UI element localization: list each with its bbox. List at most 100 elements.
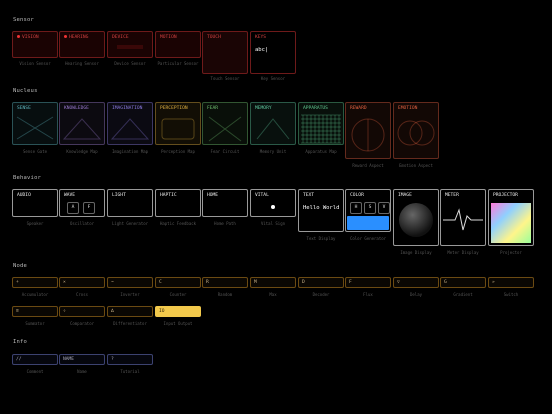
info-pill[interactable]: // (12, 354, 58, 365)
nucleus-card-imagination[interactable]: IMAGINATION (107, 102, 153, 145)
sensor-card-device[interactable]: DEVICE (107, 31, 153, 58)
behavior-title: AUDIO (17, 193, 31, 198)
sensor-card-vision[interactable]: VISION (12, 31, 58, 58)
card-caption: Fear Circuit (210, 149, 240, 154)
card-caption: Projector (500, 250, 522, 255)
node-pill[interactable]: D (298, 277, 344, 288)
card-caption: Delay (409, 292, 423, 297)
card-caption: Reward Aspect (352, 163, 384, 168)
behavior-card-vital[interactable]: VITAL (250, 189, 296, 217)
node-pill[interactable]: C (155, 277, 201, 288)
behavior-button-a[interactable]: A (67, 202, 79, 214)
nucleus-card-knowledge[interactable]: KNOWLEDGE (59, 102, 105, 145)
color-swatch[interactable] (347, 216, 389, 230)
nucleus-card-reward[interactable]: REWARD (345, 102, 391, 159)
nucleus-card-fear[interactable]: FEAR (202, 102, 248, 145)
section-nucleus: Nucleus (13, 88, 38, 94)
sensor-title: HEARING (64, 35, 88, 40)
nucleus-title: IMAGINATION (112, 106, 143, 111)
sensor-card-keys[interactable]: KEYS abc| (250, 31, 296, 74)
card-caption: Home Path (214, 221, 236, 226)
card-caption: Speaker (26, 221, 44, 226)
card-caption: Color Generator (349, 236, 387, 241)
section-behavior: Behavior (13, 175, 42, 181)
sensor-title: DEVICE (112, 35, 129, 40)
node-pill[interactable]: F (345, 277, 391, 288)
behavior-button-f[interactable]: F (83, 202, 95, 214)
nucleus-card-sense[interactable]: SENSE (12, 102, 58, 145)
card-caption: Decoder (312, 292, 330, 297)
sensor-card-hearing[interactable]: HEARING (59, 31, 105, 58)
card-caption: Random (217, 292, 233, 297)
sensor-card-motion[interactable]: MOTION (155, 31, 201, 58)
nucleus-title: SENSE (17, 106, 31, 111)
sensor-card-touch[interactable]: TOUCH (202, 31, 248, 74)
behavior-button-s[interactable]: S (364, 202, 376, 214)
card-caption: Meter Display (447, 250, 479, 255)
nucleus-card-memory[interactable]: MEMORY (250, 102, 296, 145)
nucleus-title: PERCEPTION (160, 106, 188, 111)
record-dot-icon (64, 35, 67, 38)
section-info: Info (13, 339, 28, 345)
nucleus-title: FEAR (207, 106, 219, 111)
behavior-card-image[interactable]: IMAGE (393, 189, 439, 246)
nucleus-title: KNOWLEDGE (64, 106, 89, 111)
card-caption: Image Display (400, 250, 432, 255)
node-pill[interactable]: G (440, 277, 486, 288)
behavior-title: COLOR (350, 193, 364, 198)
text-display-value[interactable]: Hello World (303, 205, 339, 211)
info-pill[interactable]: NAME (59, 354, 105, 365)
node-pill[interactable]: M (250, 277, 296, 288)
nucleus-card-emotion[interactable]: EMOTION (393, 102, 439, 159)
card-caption: Comment (26, 369, 44, 374)
sensor-title-text: VISION (22, 35, 39, 40)
section-sensor: Sensor (13, 17, 35, 23)
keys-input-value[interactable]: abc| (255, 47, 268, 53)
node-pill[interactable]: R (202, 277, 248, 288)
card-caption: Memory Unit (259, 149, 287, 154)
card-caption: Name (77, 369, 87, 374)
sensor-title-text: MOTION (160, 35, 177, 40)
behavior-card-meter[interactable]: METER (440, 189, 486, 246)
node-pill[interactable]: » (488, 277, 534, 288)
device-bar (117, 45, 143, 49)
card-caption: Comparator (69, 321, 95, 326)
node-pill[interactable]: × (59, 277, 105, 288)
sensor-title: VISION (17, 35, 39, 40)
behavior-card-color[interactable]: COLOR H S V (345, 189, 391, 232)
vital-dot-icon (271, 205, 275, 209)
sensor-title: TOUCH (207, 35, 221, 40)
behavior-title: LIGHT (112, 193, 126, 198)
node-pill[interactable]: + (12, 277, 58, 288)
card-caption: Cross (75, 292, 89, 297)
nucleus-card-apparatus[interactable]: APPARATUS (298, 102, 344, 145)
behavior-title: HAPTIC (160, 193, 177, 198)
node-pill[interactable]: ≡ (12, 306, 58, 317)
nucleus-graphic-icon (62, 118, 102, 140)
behavior-card-haptic[interactable]: HAPTIC (155, 189, 201, 217)
card-caption: Switch (503, 292, 519, 297)
behavior-card-home[interactable]: HOME (202, 189, 248, 217)
behavior-card-text[interactable]: TEXT Hello World (298, 189, 344, 232)
behavior-button-h[interactable]: H (350, 202, 362, 214)
behavior-card-projector[interactable]: PROJECTOR (488, 189, 534, 246)
behavior-button-v[interactable]: V (378, 202, 390, 214)
behavior-card-audio[interactable]: AUDIO (12, 189, 58, 217)
node-pill[interactable]: IO (155, 306, 201, 317)
sensor-title-text: KEYS (255, 35, 267, 40)
node-pill[interactable]: ÷ (59, 306, 105, 317)
card-caption: Max (269, 292, 277, 297)
node-pill[interactable]: ~ (107, 277, 153, 288)
record-dot-icon (17, 35, 20, 38)
node-pill[interactable]: ▽ (393, 277, 439, 288)
projector-gradient (491, 203, 531, 243)
sensor-title-text: TOUCH (207, 35, 221, 40)
card-caption: Touch Sensor (210, 76, 240, 81)
card-caption: Apparatus Map (305, 149, 337, 154)
nucleus-card-perception[interactable]: PERCEPTION (155, 102, 201, 145)
behavior-card-light[interactable]: LIGHT (107, 189, 153, 217)
card-caption: Input Output (163, 321, 193, 326)
node-pill[interactable]: ∆ (107, 306, 153, 317)
info-pill[interactable]: ? (107, 354, 153, 365)
behavior-card-wave[interactable]: WAVE A F (59, 189, 105, 217)
